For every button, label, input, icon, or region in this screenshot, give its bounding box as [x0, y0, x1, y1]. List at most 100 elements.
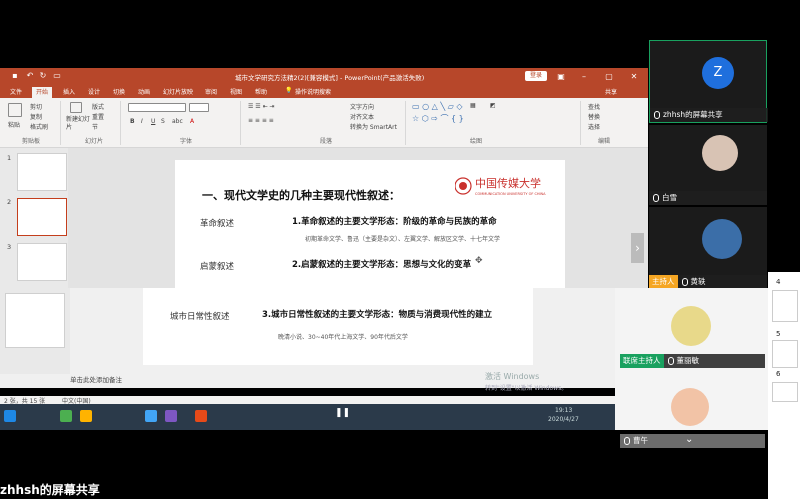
avatar [702, 135, 738, 171]
thumbnail-slide-1[interactable] [17, 153, 67, 191]
login-button[interactable]: 登录 [525, 71, 547, 81]
app-icon[interactable] [165, 410, 177, 422]
meeting-screen: ▪ ↶ ↻ ▭ 城市文学研究方法精2(2)[兼容模式] - PowerPoint… [0, 0, 800, 499]
paste-icon[interactable] [8, 103, 22, 117]
smartart-button[interactable]: 转换为 SmartArt [350, 122, 397, 131]
text-direction-button[interactable]: 文字方向 [350, 102, 374, 111]
paste-label[interactable]: 粘贴 [8, 120, 20, 129]
tab-review[interactable]: 审阅 [205, 87, 217, 96]
format-painter-button[interactable]: 格式刷 [30, 122, 48, 131]
slide-content[interactable]: 中国传媒大学 COMMUNICATION UNIVERSITY OF CHINA… [175, 160, 565, 288]
shared-screen-lower: 城市日常性叙述 3.城市日常性叙述的主要文学形态：物质与消费现代性的建立 晚清小… [0, 288, 615, 392]
participant-name: 黄轶 [690, 277, 706, 286]
arrange-icon[interactable]: ▦ [470, 102, 476, 109]
layout-button[interactable]: 版式 [92, 102, 104, 111]
new-slide-icon[interactable] [70, 102, 82, 113]
thumbnail-slide-4[interactable] [5, 293, 65, 348]
svg-text:COMMUNICATION UNIVERSITY OF CH: COMMUNICATION UNIVERSITY OF CHINA [475, 192, 546, 196]
thumbnail-slide-2[interactable] [17, 198, 67, 236]
pause-icon[interactable]: ❚❚ [335, 408, 350, 418]
slide-content-lower[interactable]: 城市日常性叙述 3.城市日常性叙述的主要文学形态：物质与消费现代性的建立 晚清小… [143, 288, 533, 365]
row-sub-urban: 晚清小说、30~40年代上海文学、90年代后文学 [278, 334, 408, 341]
participant-tile-huangyi[interactable]: 主持人 黄轶 [649, 207, 767, 289]
copy-button[interactable]: 复制 [30, 112, 42, 121]
section-button[interactable]: 节 [92, 122, 98, 131]
start-icon[interactable] [4, 410, 16, 422]
tab-help[interactable]: 帮助 [255, 87, 267, 96]
ribbon-options-icon[interactable]: ▣ [555, 71, 567, 82]
tab-design[interactable]: 设计 [88, 87, 100, 96]
tab-view[interactable]: 视图 [230, 87, 242, 96]
underline-icon[interactable]: U [151, 118, 155, 125]
find-button[interactable]: 查找 [588, 102, 600, 111]
present-icon[interactable]: ▭ [52, 71, 62, 81]
shapes-gallery-row2[interactable]: ☆ ⬡ ⇨ ⌒ { } [412, 113, 464, 124]
new-slide-button[interactable]: 新建幻灯片 [66, 116, 90, 132]
row-label-urban: 城市日常性叙述 [170, 312, 230, 322]
font-name-dropdown[interactable] [128, 103, 186, 112]
powerpoint-icon[interactable] [195, 410, 207, 422]
tab-slideshow[interactable]: 幻灯片放映 [163, 87, 193, 96]
align-text-button[interactable]: 对齐文本 [350, 112, 374, 121]
thumb-number: 6 [776, 370, 781, 378]
share-button[interactable]: 共享 [605, 87, 617, 96]
font-size-dropdown[interactable] [189, 103, 209, 112]
replace-button[interactable]: 替换 [588, 112, 600, 121]
close-button[interactable]: ✕ [628, 71, 640, 82]
align-icons[interactable]: ≡ ≡ ≡ ≡ [248, 117, 274, 124]
cohost-badge: 联席主持人 [620, 354, 664, 368]
tab-file[interactable]: 文件 [10, 87, 22, 96]
quick-styles-icon[interactable]: ◩ [490, 102, 496, 109]
save-icon[interactable]: ▪ [10, 71, 20, 81]
participant-name: 白雪 [662, 193, 677, 202]
avatar [671, 388, 709, 426]
tab-home[interactable]: 开始 [32, 87, 53, 98]
thumb-number: 4 [776, 278, 781, 286]
participant-tile-baixue[interactable]: 白雪 [649, 125, 767, 205]
thumbnail-slide-5-right[interactable] [772, 340, 798, 368]
row-head-enlightenment: 2.启蒙叙述的主要文学形态：思想与文化的变革 [292, 260, 472, 270]
cut-button[interactable]: 剪切 [30, 102, 42, 111]
participant-name: 董丽敏 [676, 356, 700, 365]
thumbnail-slide-6-right[interactable] [772, 382, 798, 402]
thumb-number: 5 [776, 330, 781, 338]
reset-button[interactable]: 重置 [92, 112, 104, 121]
folder-icon[interactable] [80, 410, 92, 422]
thumb-number: 2 [7, 198, 12, 206]
thumb-number: 3 [7, 243, 12, 251]
italic-icon[interactable]: I [141, 118, 143, 125]
thumbnail-slide-3[interactable] [17, 243, 67, 281]
browser-icon[interactable] [145, 410, 157, 422]
participant-bar: 白雪 [649, 191, 767, 205]
mic-muted-icon [624, 437, 630, 445]
group-slides: 幻灯片 [85, 138, 104, 145]
lightbulb-icon: 💡 [285, 87, 293, 94]
shapes-gallery[interactable]: ▭ ○ △ ╲ ▱ ◇ [412, 102, 463, 111]
tab-transitions[interactable]: 切换 [113, 87, 125, 96]
row-sub-revolution: 初期革命文学、鲁迅（主要是杂文）、左翼文学、解放区文学、十七年文学 [305, 236, 501, 243]
tell-me-search[interactable]: 操作说明搜索 [295, 87, 331, 96]
row-head-urban: 3.城市日常性叙述的主要文学形态：物质与消费现代性的建立 [262, 310, 493, 320]
participant-name: 曹午 [633, 436, 648, 445]
bold-icon[interactable]: B [130, 118, 135, 125]
thumbnail-slide-4-right[interactable] [772, 290, 798, 322]
strike-icon[interactable]: abc [172, 118, 183, 125]
next-slide-arrow-icon[interactable]: › [631, 233, 644, 263]
shadow-icon[interactable]: S [161, 118, 165, 125]
bullets-icon[interactable]: ☰ ☰ ⇤ ⇥ [248, 103, 275, 110]
tab-insert[interactable]: 插入 [63, 87, 75, 96]
minimize-button[interactable]: – [578, 71, 590, 82]
tab-animations[interactable]: 动画 [138, 87, 150, 96]
divider [580, 101, 581, 145]
redo-icon[interactable]: ↻ [38, 71, 48, 81]
app-icon[interactable] [60, 410, 72, 422]
slide-thumbnails-right: 4 5 6 [768, 272, 800, 499]
undo-icon[interactable]: ↶ [25, 71, 35, 81]
maximize-button[interactable]: ▢ [603, 71, 615, 82]
ribbon: 粘贴 剪切 复制 格式刷 剪贴板 新建幻灯片 版式 重置 节 幻灯片 B I U… [0, 98, 648, 148]
select-button[interactable]: 选择 [588, 122, 600, 131]
font-color-icon[interactable]: A [190, 118, 194, 125]
chevron-down-icon[interactable]: ⌄ [685, 434, 693, 445]
participant-tile-zhhsh[interactable]: Z zhhsh的屏幕共享 [649, 40, 768, 123]
group-drawing: 绘图 [470, 138, 483, 145]
